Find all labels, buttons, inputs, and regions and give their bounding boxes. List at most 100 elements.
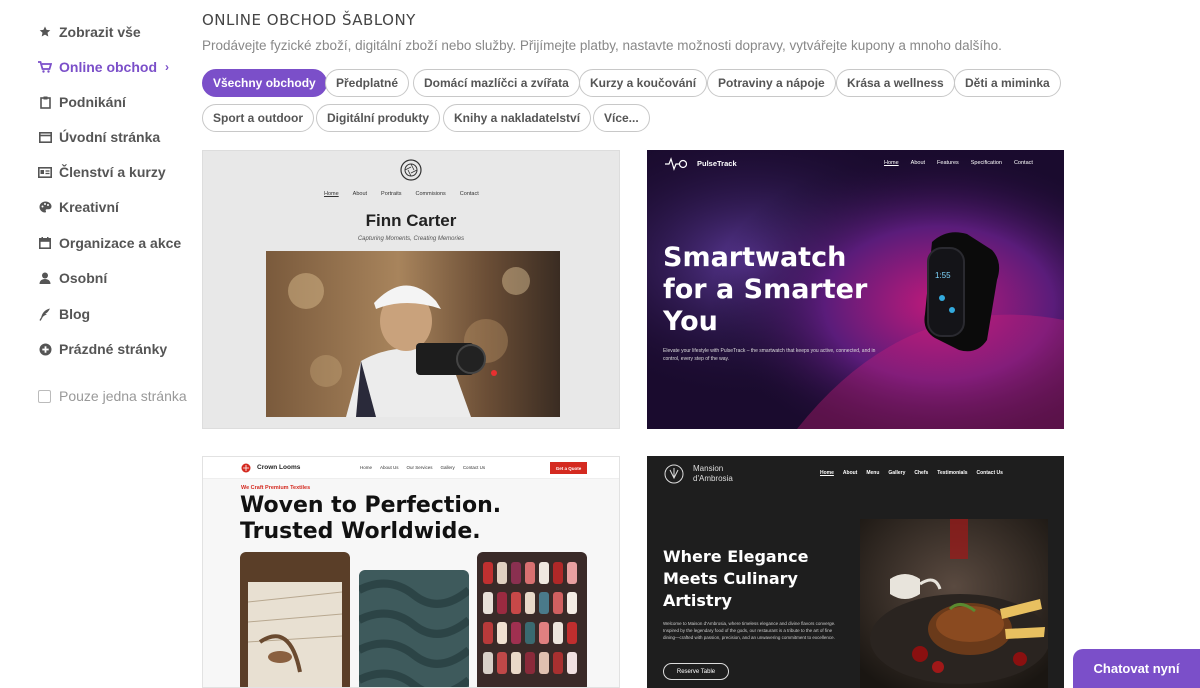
finn-nav-about[interactable]: About [353,191,367,197]
pulse-nav-features[interactable]: Features [937,160,959,166]
chat-now-button[interactable]: Chatovat nyní [1073,649,1200,688]
pulse-headline-line: You [663,306,718,337]
filter-chip-pets[interactable]: Domácí mazlíčci a zvířata [413,69,580,97]
template-card-finn-carter[interactable]: Home About Portraits Commisions Contact … [202,150,620,429]
finn-nav-home[interactable]: Home [324,191,339,197]
template-card-crown-looms[interactable]: Crown Looms Home About Us Our Services G… [202,456,620,688]
mansion-logo-icon [664,464,684,484]
pulse-nav: Home About Features Specification Contac… [884,160,1033,166]
crown-headline: Woven to Perfection. Trusted Worldwide. [240,493,501,545]
template-card-pulsetrack[interactable]: 1:55 PulseTrack Home About Features Spec… [647,150,1064,429]
finn-nav-contact[interactable]: Contact [460,191,479,197]
pulse-nav-specification[interactable]: Specification [971,160,1002,166]
finn-name: Finn Carter [365,211,457,230]
camera-aperture-icon [400,159,422,181]
crown-nav-contact[interactable]: Contact Us [463,465,485,470]
sidebar-item-label: Zobrazit vše [59,24,141,40]
filter-chip-digital[interactable]: Digitální produkty [316,104,440,132]
sidebar-item-label: Podnikání [59,94,126,110]
finn-hero-photo [266,251,560,417]
pulse-headline-line: Smartwatch [663,242,847,273]
id-card-icon [38,165,52,179]
mansion-nav-about[interactable]: About [843,470,857,476]
mansion-nav-testimonials[interactable]: Testimonials [937,470,967,476]
finn-nav-portraits[interactable]: Portraits [381,191,401,197]
sidebar-item-landing-page[interactable]: Úvodní stránka [38,129,160,145]
crown-brand: Crown Looms [257,464,301,471]
mansion-reserve-button[interactable]: Reserve Table [663,663,729,680]
crown-loom-photo [240,552,350,687]
finn-tagline: Capturing Moments, Creating Memories [357,236,465,242]
chevron-right-icon: › [165,60,169,74]
pulse-body: Elevate your lifestyle with PulseTrack –… [663,348,876,362]
single-page-checkbox[interactable]: Pouze jedna stránka [38,388,187,404]
crown-nav-services[interactable]: Our Services [407,465,433,470]
page-title: ONLINE OBCHOD ŠABLONY [202,11,416,29]
filter-chip-kids[interactable]: Děti a miminka [954,69,1061,97]
filter-chip-more[interactable]: Více... [593,104,650,132]
sidebar-item-label: Blog [59,306,91,322]
finn-nav: Home About Portraits Commisions Contact [324,191,479,197]
sidebar-item-blank-pages[interactable]: Prázdné stránky [38,341,167,357]
crown-nav-home[interactable]: Home [360,465,372,470]
filter-chip-sport[interactable]: Sport a outdoor [202,104,314,132]
sidebar-item-label: Členství a kurzy [59,164,166,180]
crown-quote-button[interactable]: Get a Quote [550,462,587,474]
mansion-body: Welcome to Maison d'Ambrosia, where time… [663,621,836,640]
crown-nav-about[interactable]: About Us [380,465,399,470]
pulse-nav-about[interactable]: About [911,160,925,166]
filter-chip-courses[interactable]: Kurzy a koučování [579,69,708,97]
sidebar-item-label: Úvodní stránka [59,129,161,145]
clipboard-icon [38,95,52,109]
pulse-logo-icon [665,157,687,171]
sidebar-item-label: Organizace a akce [59,235,182,251]
sidebar-item-personal[interactable]: Osobní [38,270,107,286]
filter-chip-subscriptions[interactable]: Předplatné [325,69,410,97]
pulse-nav-home[interactable]: Home [884,160,899,166]
sidebar-item-blog[interactable]: Blog [38,306,90,322]
mansion-nav: Home About Menu Gallery Chefs Testimonia… [820,470,1003,476]
crown-knit-photo [359,570,469,687]
crown-nav-gallery[interactable]: Gallery [441,465,455,470]
crown-kicker: We Craft Premium Textiles [241,485,311,491]
sidebar-item-events[interactable]: Organizace a akce [38,235,181,251]
window-icon [38,130,52,144]
sidebar-item-label: Osobní [59,270,108,286]
plus-circle-icon [38,342,52,356]
quill-icon [38,307,52,321]
person-icon [38,271,52,285]
finn-nav-commisions[interactable]: Commisions [416,191,446,197]
mansion-nav-menu[interactable]: Menu [866,470,879,476]
sidebar-item-all[interactable]: Zobrazit vše [38,24,141,40]
mansion-nav-home[interactable]: Home [820,470,834,476]
palette-icon [38,200,52,214]
mansion-nav-contact[interactable]: Contact Us [977,470,1003,476]
star-icon [38,25,52,39]
filter-chip-beauty[interactable]: Krása a wellness [836,69,955,97]
mansion-brand-line: Mansion [693,464,724,473]
crown-headline-line: Trusted Worldwide. [240,519,481,544]
calendar-icon [38,236,52,250]
mansion-headline-line: Artistry [663,591,732,610]
sidebar-item-online-store[interactable]: Online obchod › [38,59,169,75]
mansion-nav-chefs[interactable]: Chefs [914,470,928,476]
pulse-nav-contact[interactable]: Contact [1014,160,1033,166]
mansion-brand-line: d'Ambrosia [693,474,733,483]
filter-chip-food[interactable]: Potraviny a nápoje [707,69,836,97]
checkbox-box[interactable] [38,389,51,403]
sidebar-item-memberships[interactable]: Členství a kurzy [38,164,166,180]
filter-chip-all[interactable]: Všechny obchody [202,69,327,97]
cart-icon [38,60,52,74]
crown-headline-line: Woven to Perfection. [240,493,502,518]
mansion-brand: Mansion d'Ambrosia [693,464,733,484]
mansion-headline-line: Where Elegance [663,547,809,566]
mansion-dish-photo [860,519,1048,688]
sidebar-item-label: Prázdné stránky [59,341,168,357]
template-card-mansion-dambrosia[interactable]: Mansion d'Ambrosia Home About Menu Galle… [647,456,1064,688]
pulse-headline-line: for a Smarter [663,274,868,305]
sidebar-item-label: Online obchod [59,59,157,75]
mansion-nav-gallery[interactable]: Gallery [888,470,905,476]
sidebar-item-creative[interactable]: Kreativní [38,199,119,215]
filter-chip-books[interactable]: Knihy a nakladatelství [443,104,592,132]
sidebar-item-business[interactable]: Podnikání [38,94,126,110]
